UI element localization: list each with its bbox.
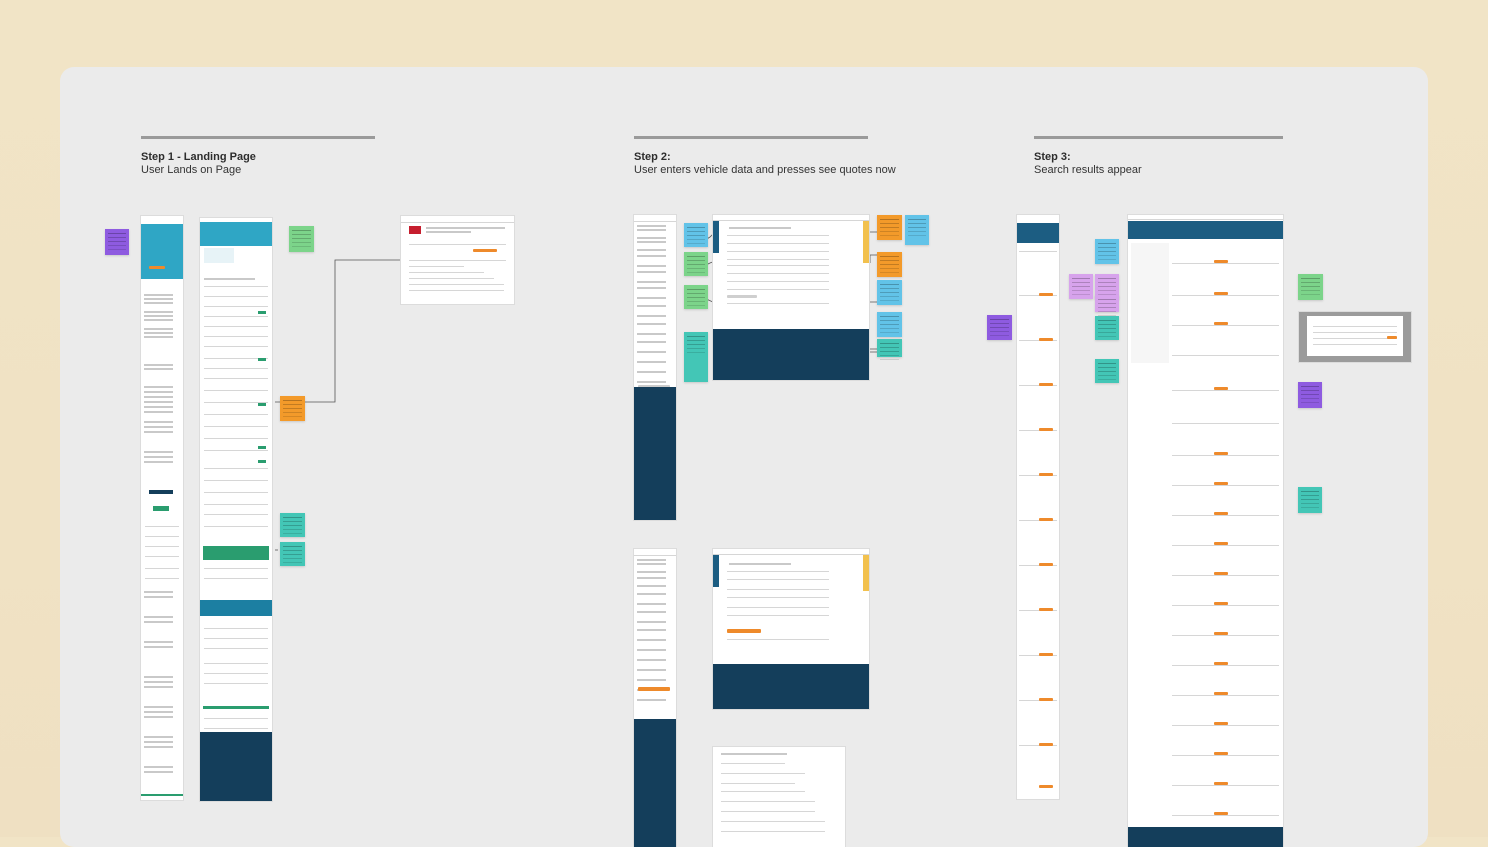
sticky-note [684,223,708,247]
mobile-form-screen-filled [634,549,676,847]
sticky-note [1298,382,1322,408]
sticky-note [1095,316,1119,340]
canvas-board: Step 1 - Landing Page User Lands on Page… [60,67,1428,847]
sticky-note [877,280,902,305]
mobile-hero [141,224,183,279]
sticky-note [280,542,305,566]
sticky-note [1069,274,1093,299]
desktop-form-screen [713,215,869,380]
partner-results-thumbnail [1299,312,1411,362]
partner-landing-screen [401,216,514,304]
sticky-note [877,312,902,337]
step-2-title: Step 2: [634,151,671,163]
sticky-note [289,226,314,252]
form-detail-closeup [713,747,845,847]
desktop-landing-screen [200,218,272,801]
sticky-note [877,252,902,277]
mobile-form-screen [634,215,676,520]
sticky-note [1095,295,1119,312]
step-3-subtitle: Search results appear [1034,164,1142,176]
step-3-divider [1034,136,1283,139]
mobile-landing-screen [141,216,183,800]
sticky-note [877,339,902,357]
sticky-note [684,285,708,309]
step-1-title: Step 1 - Landing Page [141,151,256,163]
step-3-title: Step 3: [1034,151,1071,163]
sticky-note [280,513,305,537]
sticky-note [1298,487,1322,513]
sticky-note [1095,239,1119,264]
step-1-divider [141,136,375,139]
step-2-subtitle: User enters vehicle data and presses see… [634,164,896,176]
sticky-note [105,229,129,255]
sticky-note [1298,274,1323,300]
desktop-hero [200,222,272,246]
sticky-note [877,215,902,240]
step-1-subtitle: User Lands on Page [141,164,242,176]
sticky-note [905,215,929,245]
desktop-form-screen-filled [713,549,869,709]
sticky-note [684,252,708,276]
desktop-results-screen [1128,215,1283,847]
sticky-note [684,332,708,382]
mobile-results-screen [1017,215,1059,799]
sticky-note [1095,359,1119,383]
step-2-divider [634,136,868,139]
sticky-note [280,396,305,421]
sticky-note [987,315,1012,340]
